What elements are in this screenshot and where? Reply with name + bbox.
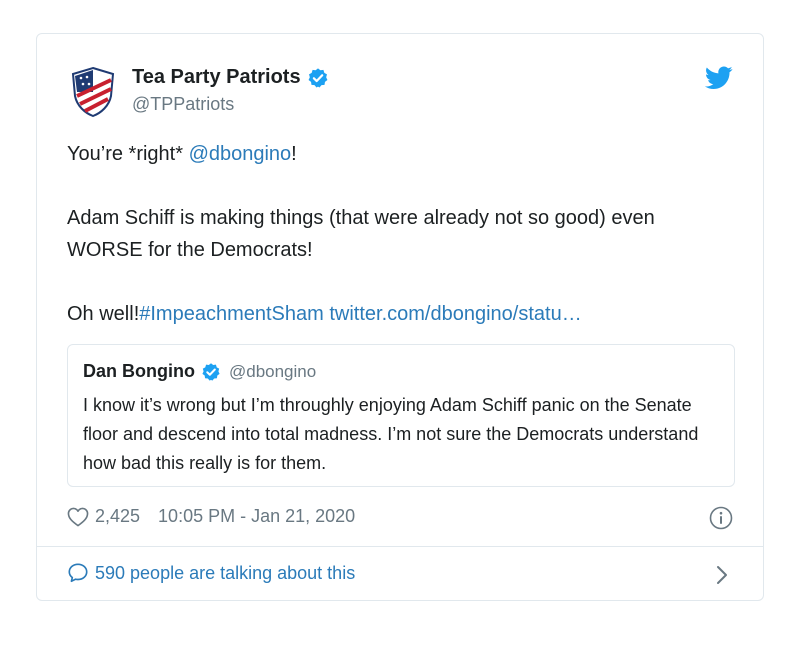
divider [37,546,763,547]
conversation-count-label: 590 people are talking about this [95,562,356,583]
verified-badge-icon [202,362,220,381]
status-link[interactable]: twitter.com/dbongino/statu… [324,303,581,325]
tweet-line-1-suffix: ! [291,143,297,165]
author-display-name[interactable]: Tea Party Patriots [132,66,301,89]
chevron-right-icon[interactable] [715,564,729,586]
mention-link[interactable]: @dbongino [189,143,292,165]
twitter-bird-icon[interactable] [705,66,733,90]
hashtag-link[interactable]: #ImpeachmentSham [139,303,324,325]
avatar[interactable] [71,66,115,118]
like-count[interactable]: 2,425 [95,506,140,527]
verified-badge-icon [308,67,328,88]
conversation-link[interactable]: 590 people are talking about this [67,562,355,584]
tweet-meta: 2,425 10:05 PM - Jan 21, 2020 [67,506,355,527]
quoted-handle: @dbongino [228,361,317,381]
tweet-text: You’re *right* @dbongino! Adam Schiff is… [67,138,727,330]
tweet-line-1: You’re *right* @dbongino! [67,138,727,170]
tweet-line-3: Oh well!#ImpeachmentSham twitter.com/dbo… [67,298,727,330]
info-icon[interactable] [709,506,733,530]
author-handle[interactable]: @TPPatriots [132,94,234,115]
embedded-tweet-card: Tea Party Patriots @TPPatriots You’re *r… [36,33,764,601]
heart-icon[interactable] [67,507,89,527]
tweet-paragraph-2: Adam Schiff is making things (that were … [67,207,655,261]
tweet-line-3-prefix: Oh well! [67,303,140,325]
timestamp-link[interactable]: 10:05 PM - Jan 21, 2020 [158,506,355,527]
quoted-display-name: Dan Bongino [83,361,195,381]
quoted-tweet[interactable]: Dan Bongino @dbongino I know it’s wrong … [67,344,735,487]
quoted-text: I know it’s wrong but I’m throughly enjo… [83,395,699,473]
tweet-line-1-prefix: You’re *right* [67,143,189,165]
speech-bubble-icon [68,563,88,583]
